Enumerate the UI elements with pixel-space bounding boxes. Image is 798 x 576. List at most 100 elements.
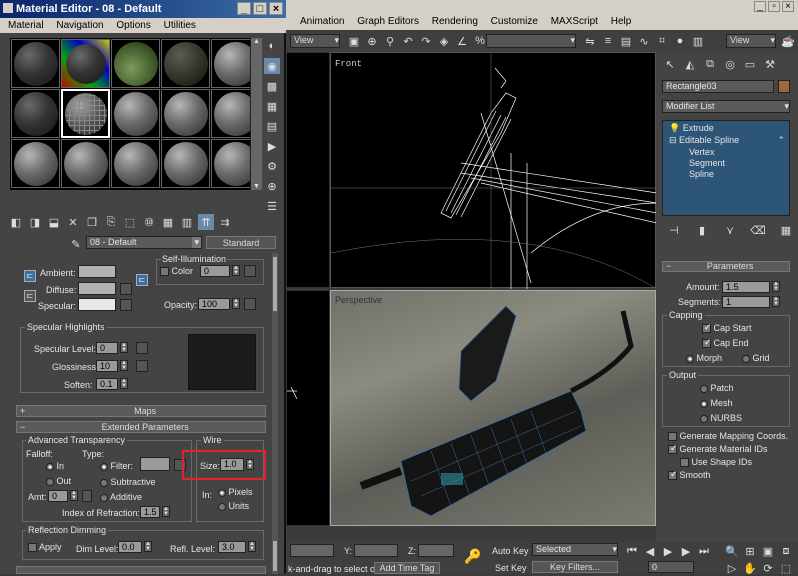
snap-icon[interactable]: ◈ <box>436 33 452 49</box>
align-icon[interactable]: ≡ <box>600 33 616 49</box>
use-shape-ids-checkbox[interactable]: Use Shape IDs <box>680 457 752 468</box>
viewport-left-lower[interactable] <box>286 290 330 526</box>
subtractive-radio[interactable]: Subtractive <box>100 477 156 487</box>
lock-diffuse-specular-icon[interactable]: ⊏ <box>24 290 36 302</box>
amt-map-button[interactable] <box>82 490 92 502</box>
amt-spinner[interactable]: ▲ ▼ <box>70 490 78 501</box>
amount-spinner[interactable]: ▲ ▼ <box>772 281 780 292</box>
cap-end-checkbox[interactable]: Cap End <box>702 338 749 349</box>
mesh-radio[interactable]: Mesh <box>700 398 733 408</box>
video-color-check-icon[interactable]: ▤ <box>264 118 280 134</box>
dim-level-spinner[interactable]: ▲ ▼ <box>144 541 152 552</box>
modify-tab-icon[interactable]: ◭ <box>682 56 698 72</box>
auto-key-button[interactable]: Auto Key <box>492 546 529 556</box>
sample-slot-6[interactable] <box>11 89 60 138</box>
go-to-end-icon[interactable]: ⏭ <box>696 543 712 559</box>
sample-slot-8[interactable] <box>111 89 160 138</box>
select-by-material-icon[interactable]: ⊕ <box>264 178 280 194</box>
modifier-list-dropdown[interactable]: Modifier List ▾ <box>662 100 790 113</box>
crosshair-icon[interactable]: ⊕ <box>364 33 380 49</box>
soften-spinner[interactable]: ▲ ▼ <box>120 378 128 389</box>
next-frame-icon[interactable]: ▶ <box>678 543 694 559</box>
mat-menu-navigation[interactable]: Navigation <box>56 20 103 31</box>
background-icon[interactable]: ▩ <box>264 78 280 94</box>
sample-slot-9[interactable] <box>161 89 210 138</box>
sample-type-icon[interactable]: ◐ <box>264 38 280 54</box>
cap-start-checkbox[interactable]: Cap Start <box>702 323 752 334</box>
wire-size-value[interactable]: 1.0 <box>220 458 244 471</box>
menu-animation[interactable]: Animation <box>300 16 344 27</box>
menu-customize[interactable]: Customize <box>491 16 538 27</box>
assign-to-selection-icon[interactable]: ⬓ <box>46 214 62 230</box>
menu-help[interactable]: Help <box>611 16 632 27</box>
put-to-scene-icon[interactable]: ◨ <box>27 214 43 230</box>
spec-level-value[interactable]: 0 <box>96 342 118 354</box>
material-name-field[interactable]: 08 - Default ▾ <box>86 236 202 249</box>
set-key-button[interactable]: Set Key <box>495 563 527 573</box>
parameters-rollout[interactable]: − Parameters <box>662 261 790 272</box>
grid-radio[interactable]: Grid <box>742 353 770 363</box>
filter-radio[interactable]: Filter: <box>100 461 133 471</box>
ambient-swatch[interactable] <box>78 265 116 278</box>
zoom-all-icon[interactable]: ⊞ <box>742 543 758 559</box>
utilities-tab-icon[interactable]: ⚒ <box>762 56 778 72</box>
motion-tab-icon[interactable]: ◎ <box>722 56 738 72</box>
self-illum-value[interactable]: 0 <box>200 265 230 277</box>
go-forward-sibling-icon[interactable]: ⇉ <box>217 214 233 230</box>
selected-dropdown[interactable]: Selected ▾ <box>532 543 618 556</box>
get-material-icon[interactable]: ◧ <box>8 214 24 230</box>
y-coord-field[interactable] <box>354 544 398 557</box>
amount-field[interactable]: 1.5 <box>722 281 770 293</box>
lock-ambient-diffuse-icon[interactable]: ⊏ <box>24 270 36 282</box>
close-icon[interactable]: × <box>782 1 794 12</box>
sample-slot-11[interactable] <box>11 139 60 188</box>
go-to-start-icon[interactable]: ⏮ <box>624 543 640 559</box>
pin-stack-icon[interactable]: ⊣ <box>666 222 682 238</box>
mat-close-icon[interactable]: × <box>269 2 283 15</box>
make-copy-icon[interactable]: ❐ <box>84 214 100 230</box>
refl-level-spinner[interactable]: ▲ ▼ <box>248 541 256 552</box>
show-end-result-icon[interactable]: ▮ <box>694 222 710 238</box>
specular-swatch[interactable] <box>78 298 116 311</box>
apply-checkbox[interactable]: Apply <box>28 542 62 553</box>
undo-icon[interactable]: ↶ <box>400 33 416 49</box>
make-unique-icon[interactable]: ⋎ <box>722 222 738 238</box>
maps-rollout[interactable]: + Maps <box>16 405 266 417</box>
mat-maximize-icon[interactable]: □ <box>253 2 267 15</box>
zoom-extents-all-icon[interactable]: ⧈ <box>778 543 794 559</box>
glossiness-value[interactable]: 10 <box>96 360 118 372</box>
additive-radio[interactable]: Additive <box>100 492 142 502</box>
pixels-radio[interactable]: Pixels <box>218 487 253 497</box>
remove-modifier-icon[interactable]: ⌫ <box>750 222 766 238</box>
show-map-icon[interactable]: ▦ <box>160 214 176 230</box>
spec-level-spinner[interactable]: ▲ ▼ <box>120 342 128 353</box>
self-illum-map-button[interactable] <box>244 265 256 277</box>
configure-sets-icon[interactable]: ▦ <box>778 222 794 238</box>
falloff-out-radio[interactable]: Out <box>46 476 71 486</box>
diffuse-swatch[interactable] <box>78 282 116 295</box>
play-icon[interactable]: ▶ <box>660 543 676 559</box>
select-icon[interactable]: ▣ <box>346 33 362 49</box>
minimize-icon[interactable]: _ <box>754 1 766 12</box>
x-coord-field[interactable] <box>290 544 334 557</box>
sample-slot-4[interactable] <box>161 39 210 88</box>
stack-item-editable-spline[interactable]: ⊟ Editable Spline ⌃ <box>663 134 789 146</box>
opacity-value[interactable]: 100 <box>198 298 230 310</box>
glossiness-map-button[interactable] <box>136 360 148 372</box>
stack-item-segment[interactable]: Segment <box>663 157 789 168</box>
mat-menu-utilities[interactable]: Utilities <box>164 20 196 31</box>
view-dropdown-right[interactable]: View ▾ <box>726 34 776 48</box>
amt-value[interactable]: 0 <box>48 490 68 502</box>
viewport-front[interactable]: Front <box>330 52 657 289</box>
options-icon[interactable]: ⚙ <box>264 158 280 174</box>
ior-value[interactable]: 1.5 <box>140 506 160 518</box>
sample-slot-14[interactable] <box>161 139 210 188</box>
mat-menu-material[interactable]: Material <box>8 20 44 31</box>
zoom-icon[interactable]: 🔍 <box>724 543 740 559</box>
restore-icon[interactable]: ▫ <box>768 1 780 12</box>
object-name-field[interactable]: Rectangle03 <box>662 80 774 93</box>
menu-maxscript[interactable]: MAXScript <box>551 16 598 27</box>
opacity-spinner[interactable]: ▲ ▼ <box>232 298 240 309</box>
segments-field[interactable]: 1 <box>722 296 770 308</box>
hierarchy-tab-icon[interactable]: ⧉ <box>702 56 718 72</box>
